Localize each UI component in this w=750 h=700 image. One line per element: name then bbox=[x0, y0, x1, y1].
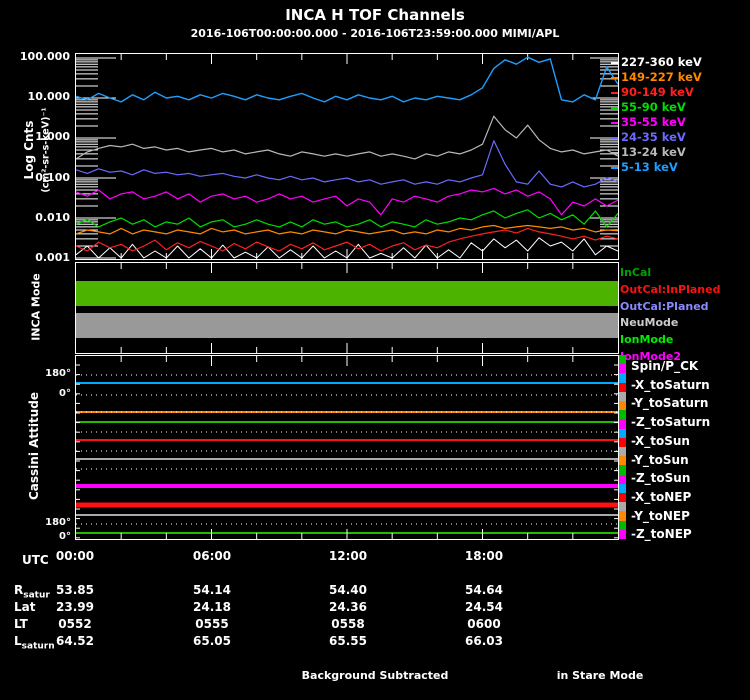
attitude-color-swatch bbox=[619, 456, 626, 466]
inca-mode-legend-item: OutCal:InPlaned bbox=[620, 282, 721, 296]
tof-ytick-label: 1.000 bbox=[35, 130, 70, 144]
cassini-attitude-axis-label: Cassini Attitude bbox=[27, 391, 41, 501]
attitude-color-swatch bbox=[619, 483, 626, 494]
ephemeris-value: 53.85 bbox=[56, 583, 94, 597]
attitude-ytick-label: 180° bbox=[45, 517, 71, 528]
utc-tick-label: 12:00 bbox=[328, 549, 368, 563]
tof-legend-item: 90-149 keV bbox=[611, 85, 694, 99]
ephemeris-value: 0558 bbox=[331, 617, 365, 631]
attitude-ytick-label: 0° bbox=[59, 388, 71, 399]
utc-tick-label: 18:00 bbox=[464, 549, 504, 563]
attitude-color-swatch bbox=[619, 447, 626, 457]
attitude-color-swatch bbox=[619, 428, 626, 438]
attitude-color-swatch bbox=[619, 382, 626, 392]
attitude-legend-item: -Y_toSaturn bbox=[631, 396, 709, 411]
ephemeris-value: 24.36 bbox=[329, 600, 367, 614]
inca-mode-legend-item: NeuMode bbox=[620, 316, 679, 330]
inca-mode-panel bbox=[75, 262, 619, 354]
attitude-legend-item: -Y_toNEP bbox=[631, 508, 690, 523]
attitude-color-swatch bbox=[619, 410, 626, 420]
ephemeris-value: 0600 bbox=[467, 617, 501, 631]
ephemeris-row-label: LT bbox=[14, 617, 28, 631]
attitude-color-swatch bbox=[619, 355, 626, 365]
attitude-color-swatch bbox=[619, 493, 626, 503]
ephemeris-value: 65.05 bbox=[193, 634, 231, 648]
ephemeris-value: 64.52 bbox=[56, 634, 94, 648]
tof-legend-item: 35-55 keV bbox=[611, 115, 686, 129]
attitude-color-swatch bbox=[619, 529, 626, 540]
attitude-color-swatch bbox=[619, 511, 626, 521]
attitude-legend-item: Spin/P_CK bbox=[631, 359, 699, 373]
tof-ytick-label: 0.010 bbox=[35, 210, 70, 224]
utc-tick-label: 00:00 bbox=[55, 549, 95, 563]
attitude-color-swatch bbox=[619, 520, 626, 530]
inca-mode-legend-item: InCal bbox=[620, 266, 652, 279]
ephemeris-value: 54.40 bbox=[329, 583, 367, 597]
ephemeris-value: 66.03 bbox=[465, 634, 503, 648]
tof-ytick-label: 0.100 bbox=[35, 170, 70, 184]
attitude-color-swatch bbox=[619, 465, 626, 475]
attitude-legend-item: -Z_toSun bbox=[631, 471, 691, 486]
attitude-legend-item: -X_toNEP bbox=[631, 489, 692, 504]
tof-spectra-panel bbox=[75, 53, 619, 260]
attitude-legend-item: -Y_toSun bbox=[631, 452, 689, 467]
tof-legend-item: 5-13 keV bbox=[611, 160, 678, 174]
ephemeris-value: 0552 bbox=[58, 617, 92, 631]
attitude-color-swatch bbox=[619, 474, 626, 484]
attitude-legend-item: -X_toSun bbox=[631, 433, 690, 448]
tof-legend-item: 24-35 keV bbox=[611, 130, 686, 144]
plot-canvas: INCA H TOF Channels 2016-106T00:00:00.00… bbox=[0, 0, 750, 700]
attitude-color-swatch bbox=[619, 364, 626, 374]
attitude-color-swatch bbox=[619, 437, 626, 448]
tof-legend-item: 55-90 keV bbox=[611, 100, 686, 114]
ephemeris-value: 23.99 bbox=[56, 600, 94, 614]
ephemeris-value: 65.55 bbox=[329, 634, 367, 648]
attitude-ytick-label: 0° bbox=[59, 531, 71, 542]
time-range-subtitle: 2016-106T00:00:00.000 - 2016-106T23:59:0… bbox=[190, 27, 560, 40]
attitude-ytick-label: 180° bbox=[45, 368, 71, 379]
utc-tick-label: 06:00 bbox=[192, 549, 232, 563]
tof-legend-item: 149-227 keV bbox=[611, 70, 702, 84]
inca-mode-axis-label: INCA Mode bbox=[29, 273, 43, 341]
ephemeris-row-label: Lat bbox=[14, 600, 36, 614]
attitude-legend-item: -Z_toNEP bbox=[631, 527, 692, 542]
tof-legend-item: 13-24 keV bbox=[611, 145, 686, 159]
attitude-color-swatch bbox=[619, 419, 626, 429]
tof-ytick-label: 10.000 bbox=[27, 90, 70, 104]
ephemeris-value: 24.18 bbox=[193, 600, 231, 614]
cassini-attitude-panel bbox=[75, 355, 619, 540]
ephemeris-value: 0555 bbox=[195, 617, 229, 631]
footer-note-background: Background Subtracted bbox=[301, 669, 449, 682]
tof-ytick-label: 0.001 bbox=[35, 251, 70, 264]
attitude-legend-item: -Z_toSaturn bbox=[631, 415, 711, 430]
attitude-legend-item: -X_toSaturn bbox=[631, 377, 710, 392]
tof-legend-item: 227-360 keV bbox=[611, 55, 702, 69]
page-title: INCA H TOF Channels bbox=[285, 6, 465, 24]
ephemeris-value: 24.54 bbox=[465, 600, 503, 614]
footer-note-stare-mode: in Stare Mode bbox=[556, 669, 644, 682]
ephemeris-value: 54.64 bbox=[465, 583, 503, 597]
inca-mode-legend-item: OutCal:Planed bbox=[620, 299, 709, 313]
attitude-color-swatch bbox=[619, 401, 626, 411]
attitude-color-swatch bbox=[619, 373, 626, 383]
attitude-color-bar bbox=[619, 355, 626, 540]
ephemeris-value: 54.14 bbox=[193, 583, 231, 597]
attitude-color-swatch bbox=[619, 391, 626, 402]
attitude-color-swatch bbox=[619, 502, 626, 512]
inca-mode-legend-item: IonMode bbox=[620, 333, 674, 347]
tof-ytick-label: 100.000 bbox=[19, 50, 70, 63]
